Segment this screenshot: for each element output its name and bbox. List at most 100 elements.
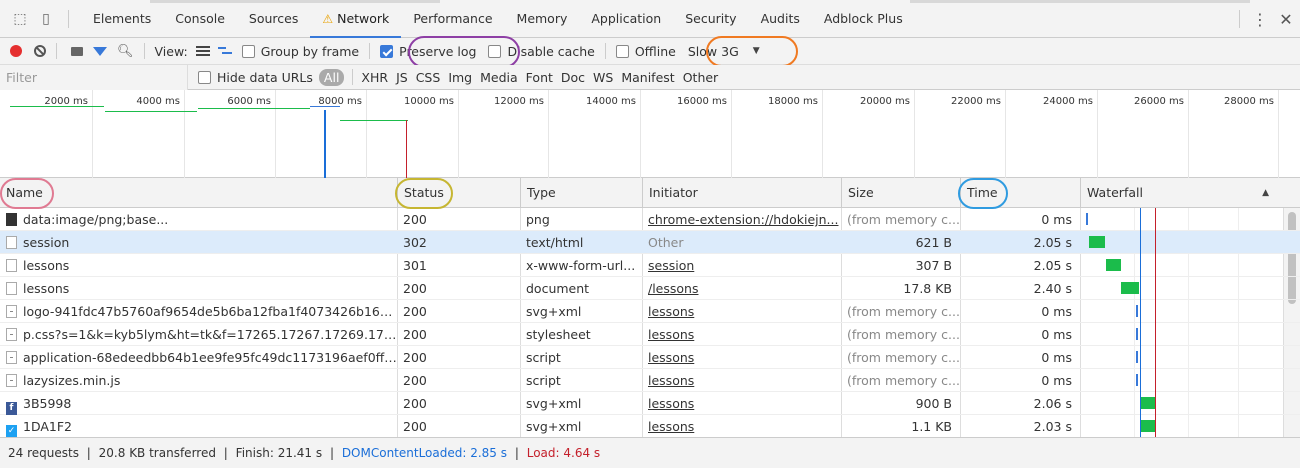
- table-row[interactable]: data:image/png;base... 200 png chrome-exten…: [0, 208, 1300, 231]
- offline-checkbox[interactable]: Offline: [615, 43, 676, 59]
- request-initiator-text[interactable]: session: [648, 258, 694, 273]
- request-name[interactable]: p.css?s=1&k=kyb5lym&ht=tk&f=17265.17267.…: [0, 323, 397, 346]
- filter-type-font[interactable]: Font: [526, 70, 553, 85]
- request-initiator[interactable]: session: [642, 254, 841, 277]
- table-row[interactable]: lessons 301 x-www-form-url... session 307 B 2…: [0, 254, 1300, 277]
- request-initiator[interactable]: /lessons: [642, 277, 841, 300]
- request-name[interactable]: application-68edeedbb64b1ee9fe95fc49dc11…: [0, 346, 397, 369]
- request-initiator[interactable]: lessons: [642, 323, 841, 346]
- tab-performance[interactable]: Performance: [401, 0, 504, 38]
- request-initiator-text[interactable]: lessons: [648, 373, 694, 388]
- request-initiator-text[interactable]: chrome-extension://hdokiejn...: [648, 212, 838, 227]
- request-name[interactable]: lazysizes.min.js: [0, 369, 397, 392]
- large-rows-icon[interactable]: [195, 46, 210, 56]
- table-row[interactable]: lessons 200 document/lessons 17.8 KB 2.40 s: [0, 277, 1300, 300]
- request-initiator[interactable]: chrome-extension://hdokiejn...: [642, 208, 841, 231]
- request-name[interactable]: lessons: [0, 277, 397, 300]
- request-name[interactable]: logo-941fdc47b5760af9654de5b6ba12fba1f40…: [0, 300, 397, 323]
- table-row[interactable]: session 302 text/html Other 621 B 2.05 s: [0, 231, 1300, 254]
- request-name-text: application-68edeedbb64b1ee9fe95fc49dc11…: [23, 350, 397, 365]
- document-file-icon: [6, 259, 17, 272]
- timeline-tick-label: 10000 ms: [404, 96, 454, 107]
- group-by-frame-checkbox[interactable]: Group by frame: [241, 44, 359, 59]
- tab-console[interactable]: Console: [163, 0, 237, 38]
- table-row[interactable]: ✓ 1DA1F2 200 svg+xml lessons 1.1 KB 2.03 s: [0, 415, 1300, 438]
- request-name[interactable]: ✓ 1DA1F2: [0, 415, 397, 438]
- request-initiator[interactable]: lessons: [642, 369, 841, 392]
- column-header-size[interactable]: Size: [841, 178, 960, 208]
- tab-network[interactable]: ⚠ Network: [310, 0, 402, 38]
- filter-icon[interactable]: [93, 46, 107, 56]
- filter-type-all[interactable]: All: [318, 68, 345, 86]
- filter-type-js[interactable]: JS: [396, 70, 408, 85]
- tab-adblock-plus[interactable]: Adblock Plus: [812, 0, 915, 38]
- record-button[interactable]: [10, 45, 22, 57]
- tab-application[interactable]: Application: [579, 0, 673, 38]
- tab-elements[interactable]: Elements: [81, 0, 163, 38]
- clear-button[interactable]: [34, 45, 46, 57]
- disable-cache-checkbox[interactable]: Disable cache: [488, 44, 595, 59]
- request-initiator-text[interactable]: lessons: [648, 419, 694, 434]
- table-row[interactable]: f 3B5998 200 svg+xml lessons 900 B 2.06 s: [0, 392, 1300, 415]
- tab-audits[interactable]: Audits: [749, 0, 812, 38]
- filter-type-img[interactable]: Img: [448, 70, 472, 85]
- request-time: 0 ms: [960, 369, 1080, 392]
- request-name[interactable]: lessons: [0, 254, 397, 277]
- filter-type-other[interactable]: Other: [683, 70, 719, 85]
- filter-type-manifest[interactable]: Manifest: [621, 70, 674, 85]
- table-row[interactable]: lazysizes.min.js 200 script lessons (from me…: [0, 369, 1300, 392]
- search-icon[interactable]: 🔍︎: [117, 44, 134, 59]
- request-name[interactable]: session: [0, 231, 397, 254]
- checkbox-icon[interactable]: [615, 44, 629, 58]
- checkbox-icon[interactable]: [198, 70, 211, 84]
- tab-security[interactable]: Security: [673, 0, 748, 38]
- filter-type-css[interactable]: CSS: [416, 70, 441, 85]
- column-header-waterfall[interactable]: Waterfall ▲: [1080, 178, 1283, 208]
- preserve-log-checkbox[interactable]: Preserve log: [380, 44, 476, 59]
- device-toolbar-icon[interactable]: ▯: [38, 11, 54, 27]
- sort-ascending-icon[interactable]: ▲: [1262, 178, 1269, 208]
- request-initiator-text[interactable]: lessons: [648, 304, 694, 319]
- overview-request-line: [198, 108, 310, 109]
- filter-input[interactable]: Filter: [0, 64, 188, 90]
- filter-type-media[interactable]: Media: [480, 70, 518, 85]
- filter-type-xhr[interactable]: XHR: [361, 70, 388, 85]
- close-icon[interactable]: ✕: [1272, 10, 1300, 29]
- request-initiator-text[interactable]: lessons: [648, 327, 694, 342]
- more-options-icon[interactable]: ⋮: [1248, 10, 1272, 29]
- request-initiator-text[interactable]: lessons: [648, 396, 694, 411]
- offline-label: Offline: [634, 43, 676, 59]
- timeline-tick-label: 24000 ms: [1043, 96, 1093, 107]
- filter-type-ws[interactable]: WS: [593, 70, 613, 85]
- overview-icon[interactable]: [217, 46, 232, 56]
- column-header-type[interactable]: Type: [520, 178, 642, 208]
- checkbox-icon[interactable]: [241, 44, 255, 58]
- hide-data-urls-checkbox[interactable]: Hide data URLs: [198, 70, 313, 85]
- tab-sources[interactable]: Sources: [237, 0, 310, 38]
- request-initiator[interactable]: lessons: [642, 415, 841, 438]
- request-name[interactable]: data:image/png;base...: [0, 208, 397, 231]
- request-initiator[interactable]: lessons: [642, 392, 841, 415]
- filter-type-doc[interactable]: Doc: [561, 70, 585, 85]
- table-row[interactable]: p.css?s=1&k=kyb5lym&ht=tk&f=17265.17267.…: [0, 323, 1300, 346]
- request-type-text: stylesheet: [526, 327, 591, 342]
- request-initiator[interactable]: lessons: [642, 300, 841, 323]
- throttling-select[interactable]: Slow 3G ▼: [682, 44, 766, 59]
- request-initiator-text[interactable]: lessons: [648, 350, 694, 365]
- checkbox-checked-icon[interactable]: [380, 44, 394, 58]
- column-header-status[interactable]: Status: [397, 178, 520, 208]
- request-initiator[interactable]: lessons: [642, 346, 841, 369]
- column-header-time[interactable]: Time: [960, 178, 1080, 208]
- request-time: 2.03 s: [960, 415, 1080, 438]
- capture-screenshots-icon[interactable]: [71, 46, 83, 56]
- request-initiator-text[interactable]: /lessons: [648, 281, 698, 296]
- table-row[interactable]: logo-941fdc47b5760af9654de5b6ba12fba1f40…: [0, 300, 1300, 323]
- request-name[interactable]: f 3B5998: [0, 392, 397, 415]
- column-header-label: Status: [404, 185, 444, 200]
- column-header-name[interactable]: Name: [0, 178, 397, 208]
- table-row[interactable]: application-68edeedbb64b1ee9fe95fc49dc11…: [0, 346, 1300, 369]
- inspect-element-icon[interactable]: ⬚: [12, 11, 28, 27]
- tab-memory[interactable]: Memory: [505, 0, 580, 38]
- column-header-initiator[interactable]: Initiator: [642, 178, 841, 208]
- checkbox-icon[interactable]: [488, 44, 502, 58]
